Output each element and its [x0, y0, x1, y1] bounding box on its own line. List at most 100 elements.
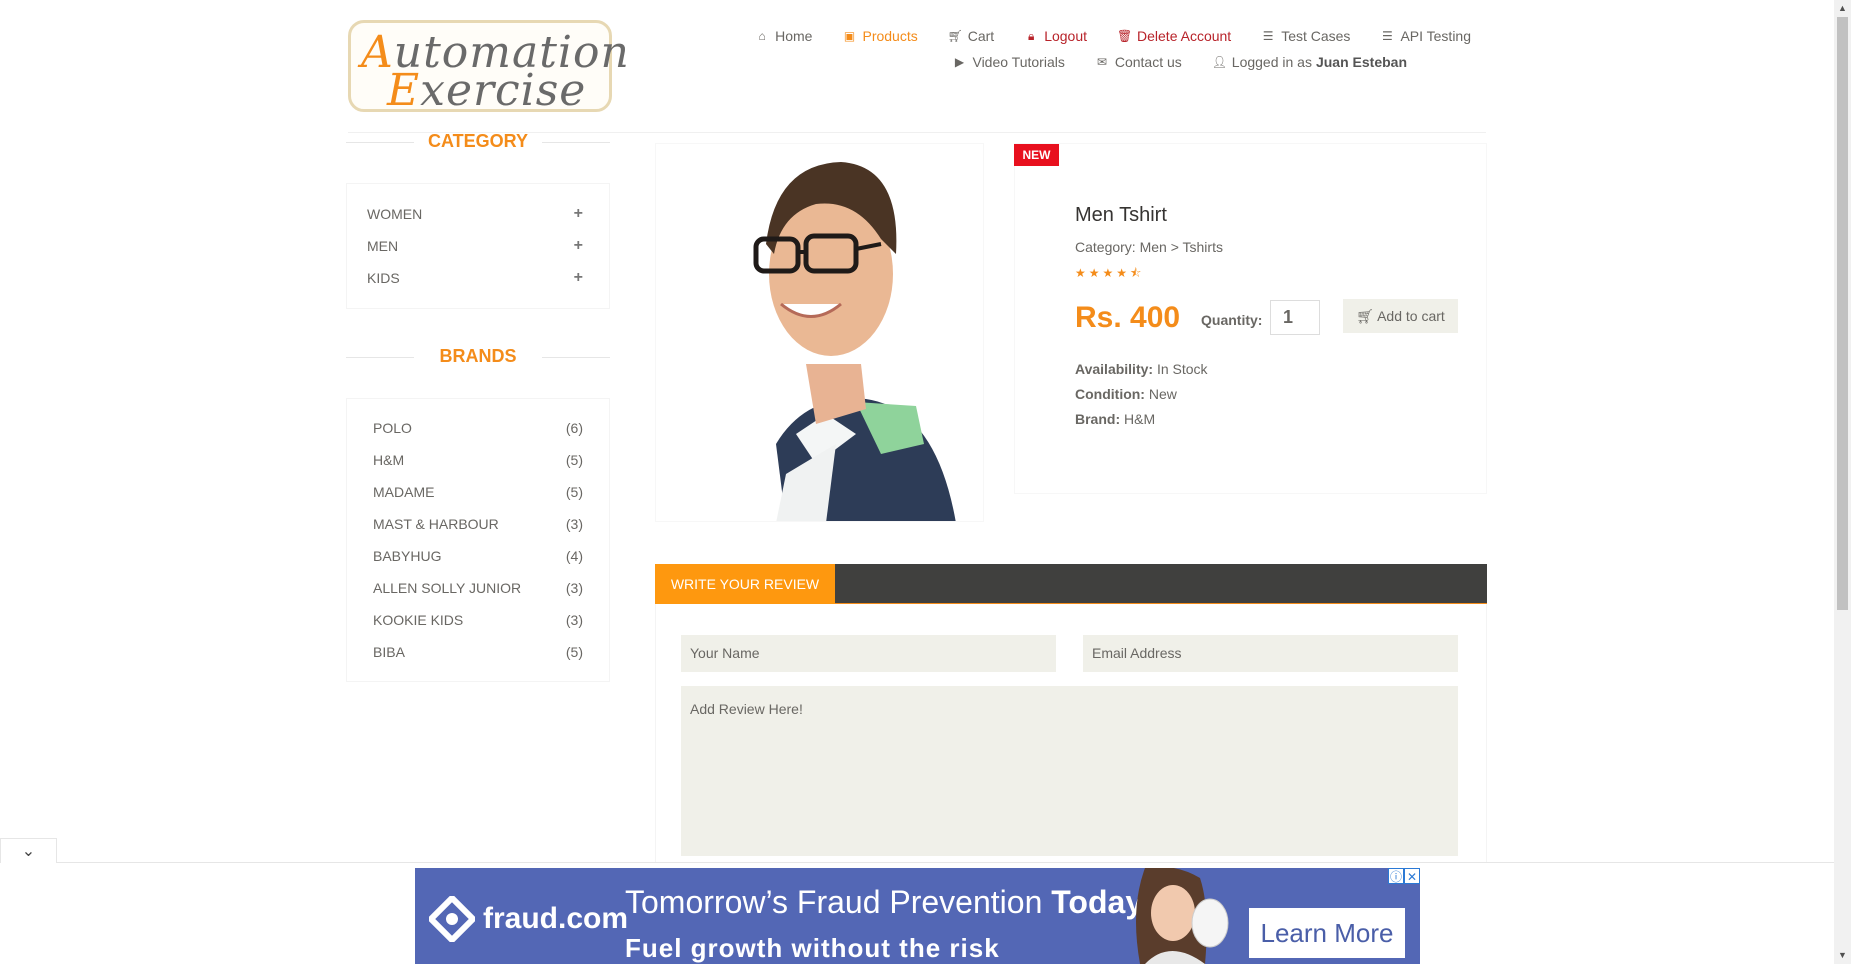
- ad-logo: fraud.com: [429, 896, 628, 942]
- scroll-up-arrow-icon[interactable]: ▲: [1834, 0, 1851, 17]
- brand-count: (3): [565, 516, 583, 532]
- product-price: Rs. 400: [1075, 301, 1181, 334]
- logged-in-username: Juan Esteban: [1315, 54, 1407, 70]
- chevron-down-icon[interactable]: ⌄: [0, 838, 57, 863]
- brand-label: Brand:: [1075, 411, 1121, 427]
- scroll-down-arrow-icon[interactable]: ▼: [1834, 947, 1851, 964]
- nav-contact-us[interactable]: ✉ Contact us: [1095, 54, 1182, 70]
- brand-value: H&M: [1124, 411, 1156, 427]
- products-icon: ▣: [843, 29, 856, 43]
- brand-item-polo[interactable]: POLO (6): [347, 412, 609, 444]
- main-nav: ⌂ Home ▣ Products 🛒︎ Cart 🔒︎ Logout 🗑︎ Delete…: [725, 28, 1472, 80]
- nav-contact-us-label: Contact us: [1114, 54, 1182, 70]
- category-item-men[interactable]: MEN +: [347, 230, 609, 262]
- add-to-cart-label: Add to cart: [1377, 308, 1445, 324]
- review-email-input[interactable]: Email Address: [1083, 635, 1458, 672]
- tab-write-review[interactable]: WRITE YOUR REVIEW: [655, 564, 835, 604]
- ad-banner[interactable]: fraud.com Tomorrow’s Fraud Prevention To…: [415, 868, 1420, 964]
- availability-value: In Stock: [1156, 361, 1208, 377]
- brand-name: POLO: [373, 420, 412, 436]
- brand-name: MADAME: [373, 484, 435, 500]
- availability-label: Availability:: [1075, 361, 1154, 377]
- ad-controls: ⓘ ✕: [1388, 868, 1420, 884]
- ad-headline: Tomorrow’s Fraud Prevention Today: [625, 884, 1143, 921]
- brand-item-babyhug[interactable]: BABYHUG (4): [347, 540, 609, 572]
- brand-name: BABYHUG: [373, 548, 442, 564]
- add-to-cart-button[interactable]: 🛒︎ Add to cart: [1343, 299, 1458, 333]
- category-label: MEN: [367, 238, 399, 254]
- nav-logout-label: Logout: [1044, 28, 1088, 44]
- brand-item-mast-harbour[interactable]: MAST & HARBOUR (3): [347, 508, 609, 540]
- availability-row: Availability: In Stock: [1075, 361, 1208, 377]
- review-form: Your Name Email Address Add Review Here!: [655, 604, 1487, 864]
- lock-icon: 🔒︎: [1027, 28, 1035, 43]
- ad-learn-more-button[interactable]: Learn More: [1249, 908, 1405, 958]
- category-item-kids[interactable]: KIDS +: [347, 262, 609, 294]
- nav-api-testing-label: API Testing: [1400, 28, 1471, 44]
- ad-headline-text: Tomorrow’s Fraud Prevention: [625, 884, 1043, 920]
- category-title: CATEGORY: [346, 131, 610, 152]
- brand-item-biba[interactable]: BIBA (5): [347, 636, 609, 668]
- cart-icon: 🛒︎: [947, 29, 963, 43]
- category-item-women[interactable]: WOMEN +: [347, 198, 609, 230]
- logo-word-2: Exercise: [387, 65, 587, 116]
- rating-stars-icon: ★★★★⯪: [1075, 266, 1145, 280]
- condition-row: Condition: New: [1075, 386, 1177, 402]
- nav-cart[interactable]: 🛒︎ Cart: [948, 28, 994, 44]
- quantity-label: Quantity:: [1201, 312, 1263, 328]
- brand-count: (4): [565, 548, 583, 564]
- condition-label: Condition:: [1075, 386, 1145, 402]
- category-label: WOMEN: [367, 206, 423, 222]
- logo-text-2-rest: xercise: [420, 65, 587, 116]
- brand-count: (5): [565, 644, 583, 660]
- fraud-logo-icon: [429, 896, 475, 942]
- trash-icon: 🗑︎: [1117, 29, 1133, 43]
- nav-api-testing[interactable]: ☰ API Testing: [1380, 28, 1471, 44]
- nav-products[interactable]: ▣ Products: [842, 28, 918, 44]
- brand-item-allen-solly-junior[interactable]: ALLEN SOLLY JUNIOR (3): [347, 572, 609, 604]
- brand-name: H&M: [373, 452, 405, 468]
- review-textarea[interactable]: Add Review Here!: [681, 686, 1458, 856]
- nav-delete-account-label: Delete Account: [1137, 28, 1232, 44]
- brand-item-madame[interactable]: MADAME (5): [347, 476, 609, 508]
- quantity-input[interactable]: 1: [1270, 300, 1320, 335]
- brand-count: (6): [565, 420, 583, 436]
- nav-logout[interactable]: 🔒︎ Logout: [1024, 28, 1087, 44]
- nav-test-cases-label: Test Cases: [1281, 28, 1351, 44]
- product-information: NEW Men Tshirt Category: Men > Tshirts ★…: [1014, 143, 1487, 494]
- product-image: [655, 143, 984, 522]
- brands-title: BRANDS: [346, 346, 610, 367]
- plus-icon[interactable]: +: [574, 237, 583, 255]
- brands-panel: POLO (6) H&M (5) MADAME (5) MAST & HARBOUR (…: [346, 398, 610, 682]
- brand-row: Brand: H&M: [1075, 411, 1155, 427]
- brand-item-hm[interactable]: H&M (5): [347, 444, 609, 476]
- nav-test-cases[interactable]: ☰ Test Cases: [1261, 28, 1351, 44]
- category-label: KIDS: [367, 270, 400, 286]
- nav-video-tutorials[interactable]: ▶ Video Tutorials: [952, 54, 1065, 70]
- scrollbar-thumb[interactable]: [1837, 17, 1848, 610]
- user-icon: 👤︎: [1211, 55, 1228, 69]
- site-logo[interactable]: Automation Exercise: [348, 20, 629, 116]
- nav-home-label: Home: [775, 28, 813, 44]
- review-name-input[interactable]: Your Name: [681, 635, 1056, 672]
- product-name: Men Tshirt: [1075, 204, 1167, 226]
- ad-subline: Fuel growth without the risk: [625, 933, 1000, 963]
- brand-name: BIBA: [373, 644, 405, 660]
- nav-home[interactable]: ⌂ Home: [755, 28, 813, 44]
- new-badge: NEW: [1014, 144, 1059, 166]
- list-icon: ☰: [1382, 29, 1393, 43]
- condition-value: New: [1148, 386, 1177, 402]
- nav-row-1: ⌂ Home ▣ Products 🛒︎ Cart 🔒︎ Logout 🗑︎ Delete…: [725, 28, 1472, 44]
- list-icon: ☰: [1262, 29, 1274, 43]
- plus-icon[interactable]: +: [574, 205, 583, 223]
- nav-delete-account[interactable]: 🗑︎ Delete Account: [1117, 28, 1231, 44]
- brand-item-kookie-kids[interactable]: KOOKIE KIDS (3): [347, 604, 609, 636]
- ad-info-icon[interactable]: ⓘ: [1388, 868, 1404, 884]
- nav-video-tutorials-label: Video Tutorials: [972, 54, 1065, 70]
- brand-count: (3): [565, 612, 583, 628]
- plus-icon[interactable]: +: [574, 269, 583, 287]
- review-tab-bar: WRITE YOUR REVIEW: [655, 564, 1487, 604]
- ad-close-icon[interactable]: ✕: [1404, 868, 1420, 884]
- envelope-icon: ✉: [1096, 55, 1107, 69]
- page-scrollbar[interactable]: ▲ ▼: [1834, 0, 1851, 964]
